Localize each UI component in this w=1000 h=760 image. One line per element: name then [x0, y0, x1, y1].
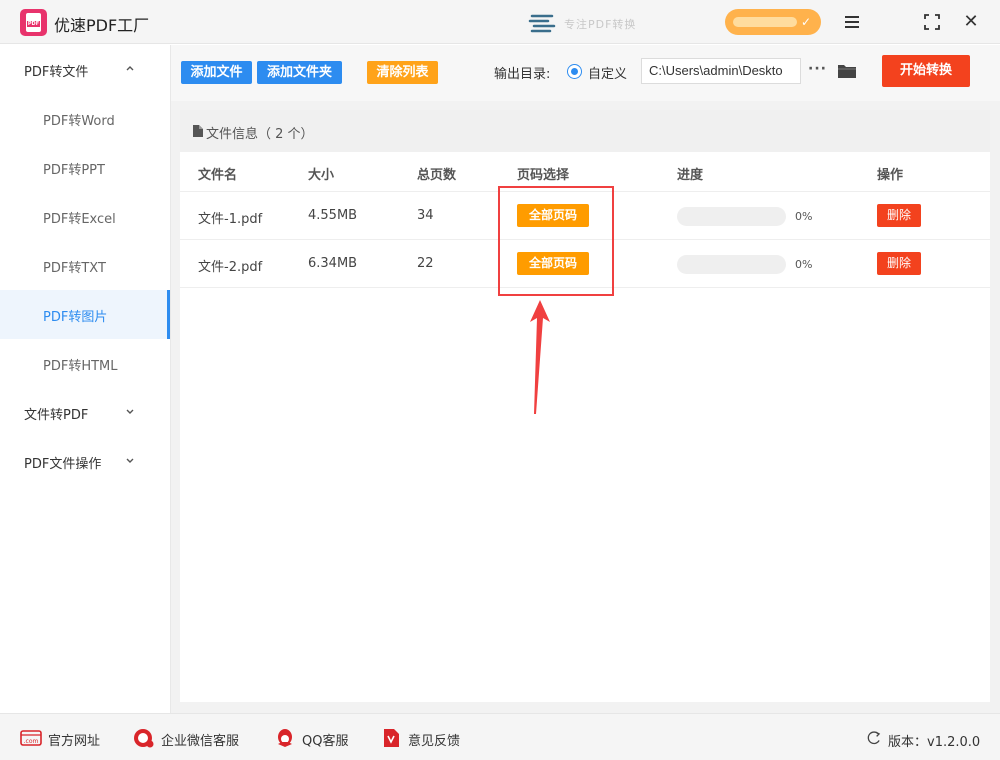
sidebar-group-pdf-operations[interactable]: PDF文件操作 [0, 437, 170, 486]
sidebar-item-label: PDF转PPT [43, 163, 105, 178]
more-icon[interactable]: ··· [808, 62, 826, 76]
title-bar: PDF 优速PDF工厂 专注PDF转换 ✓ ✕ [0, 0, 1000, 44]
wechat-service-label: 企业微信客服 [161, 734, 240, 749]
sidebar-item-pdf-to-image[interactable]: PDF转图片 [0, 290, 170, 339]
wechat-icon [134, 729, 154, 748]
app-title: 优速PDF工厂 [54, 16, 150, 35]
official-website-label: 官方网址 [48, 734, 101, 749]
sidebar-item-label: PDF转Excel [43, 212, 116, 227]
close-icon[interactable]: ✕ [958, 9, 984, 35]
sidebar-item-label: PDF转HTML [43, 359, 118, 374]
progress-text: 0% [795, 210, 813, 223]
progress-bar [677, 207, 786, 226]
sidebar-item-pdf-to-excel[interactable]: PDF转Excel [0, 192, 170, 241]
output-path-input[interactable]: C:\Users\admin\Deskto [641, 58, 801, 84]
file-size: 4.55MB [308, 208, 358, 223]
column-header-action: 操作 [877, 168, 904, 183]
footer: .com 官方网址 企业微信客服 QQ客服 意见反馈 版本：v1.2.0.0 [0, 713, 1000, 760]
column-header-progress: 进度 [677, 168, 704, 183]
qq-icon [278, 729, 292, 747]
qq-service-label: QQ客服 [302, 734, 349, 749]
file-size: 6.34MB [308, 256, 358, 271]
custom-dir-radio-label: 自定义 [588, 67, 628, 82]
folder-icon[interactable] [837, 63, 857, 79]
website-icon: .com [20, 730, 42, 746]
toolbar: 添加文件 添加文件夹 清除列表 输出目录: 自定义 C:\Users\admin… [171, 45, 1000, 101]
website-icon-text: .com [24, 738, 39, 745]
start-convert-button[interactable]: 开始转换 [882, 55, 970, 87]
add-file-button[interactable]: 添加文件 [181, 61, 252, 84]
maximize-icon[interactable] [919, 9, 945, 35]
sidebar-item-pdf-to-word[interactable]: PDF转Word [0, 94, 170, 143]
delete-button[interactable]: 删除 [877, 252, 921, 275]
clear-list-button[interactable]: 清除列表 [367, 61, 438, 84]
feedback-label: 意见反馈 [408, 734, 461, 749]
file-icon [193, 125, 203, 137]
custom-dir-radio[interactable] [567, 64, 582, 79]
sidebar-item-label: PDF转TXT [43, 261, 106, 276]
file-name: 文件-2.pdf [198, 260, 263, 275]
chevron-up-icon [126, 66, 134, 71]
progress-bar [677, 255, 786, 274]
column-header-name: 文件名 [198, 168, 238, 183]
sidebar-group-pdf-to-file[interactable]: PDF转文件 [0, 45, 170, 94]
file-name: 文件-1.pdf [198, 212, 263, 227]
annotation-arrow-icon [530, 300, 550, 414]
sidebar-item-label: PDF转Word [43, 114, 115, 129]
sidebar-item-label: PDF转图片 [43, 310, 108, 325]
sidebar-group-label: PDF转文件 [24, 65, 89, 80]
feedback-icon [384, 729, 399, 747]
add-folder-button[interactable]: 添加文件夹 [257, 61, 342, 84]
vip-button[interactable]: ✓ [725, 9, 821, 35]
brand-logo-icon [528, 14, 556, 33]
column-header-pages: 总页数 [417, 168, 457, 183]
output-dir-label: 输出目录: [494, 67, 551, 82]
sidebar-group-file-to-pdf[interactable]: 文件转PDF [0, 388, 170, 437]
highlight-box [498, 186, 614, 296]
sidebar: PDF转文件 PDF转Word PDF转PPT PDF转Excel PDF转TX… [0, 45, 171, 713]
sidebar-group-label: 文件转PDF [24, 408, 89, 423]
version-label: 版本：v1.2.0.0 [888, 735, 981, 750]
menu-icon[interactable] [839, 9, 865, 35]
progress-text: 0% [795, 258, 813, 271]
sidebar-group-label: PDF文件操作 [24, 457, 102, 472]
column-header-size: 大小 [308, 168, 335, 183]
panel-title: 文件信息（ 2 个） [206, 127, 314, 142]
file-pages: 22 [417, 256, 434, 271]
app-logo-icon: PDF [20, 9, 47, 36]
refresh-icon [867, 731, 881, 745]
brand-slogan: 专注PDF转换 [564, 18, 637, 31]
panel-header: 文件信息（ 2 个） [180, 110, 990, 152]
file-pages: 34 [417, 208, 434, 223]
sidebar-item-pdf-to-html[interactable]: PDF转HTML [0, 339, 170, 388]
chevron-down-icon [126, 458, 134, 463]
column-header-page-select: 页码选择 [517, 168, 570, 183]
sidebar-item-pdf-to-ppt[interactable]: PDF转PPT [0, 143, 170, 192]
logo-text: PDF [27, 21, 40, 27]
chevron-down-icon [126, 409, 134, 414]
delete-button[interactable]: 删除 [877, 204, 921, 227]
sidebar-item-pdf-to-txt[interactable]: PDF转TXT [0, 241, 170, 290]
